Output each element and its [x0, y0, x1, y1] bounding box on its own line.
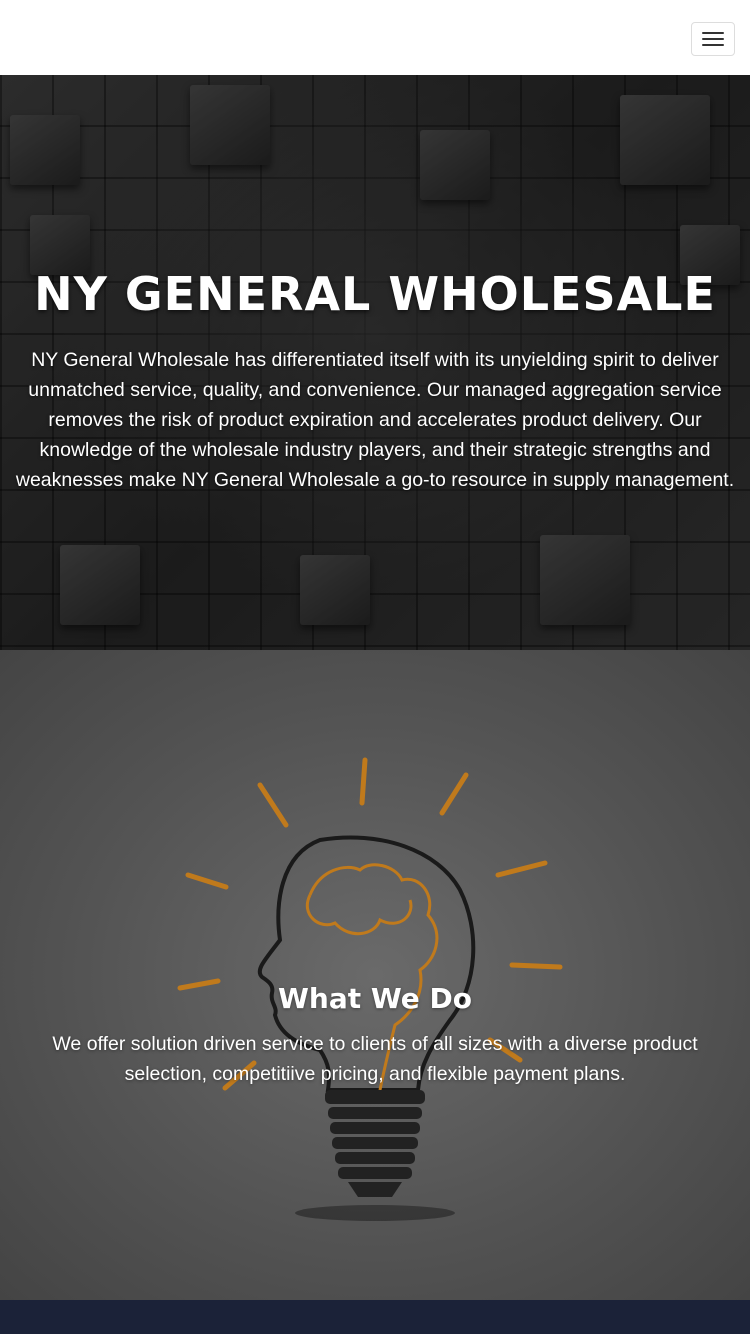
hero-title: NY GENERAL WHOLESALE	[34, 267, 716, 321]
footer-section	[0, 1300, 750, 1334]
what-we-do-section: What We Do We offer solution driven serv…	[0, 650, 750, 1300]
what-we-do-description: We offer solution driven service to clie…	[52, 1033, 698, 1085]
hero-section: NY GENERAL WHOLESALE NY General Wholesal…	[0, 75, 750, 650]
navbar	[0, 0, 750, 75]
what-we-do-title: What We Do	[278, 982, 472, 1015]
hamburger-menu-button[interactable]	[691, 22, 735, 56]
hamburger-menu-icon	[702, 32, 724, 34]
hero-description: NY General Wholesale has differentiated …	[15, 349, 735, 491]
